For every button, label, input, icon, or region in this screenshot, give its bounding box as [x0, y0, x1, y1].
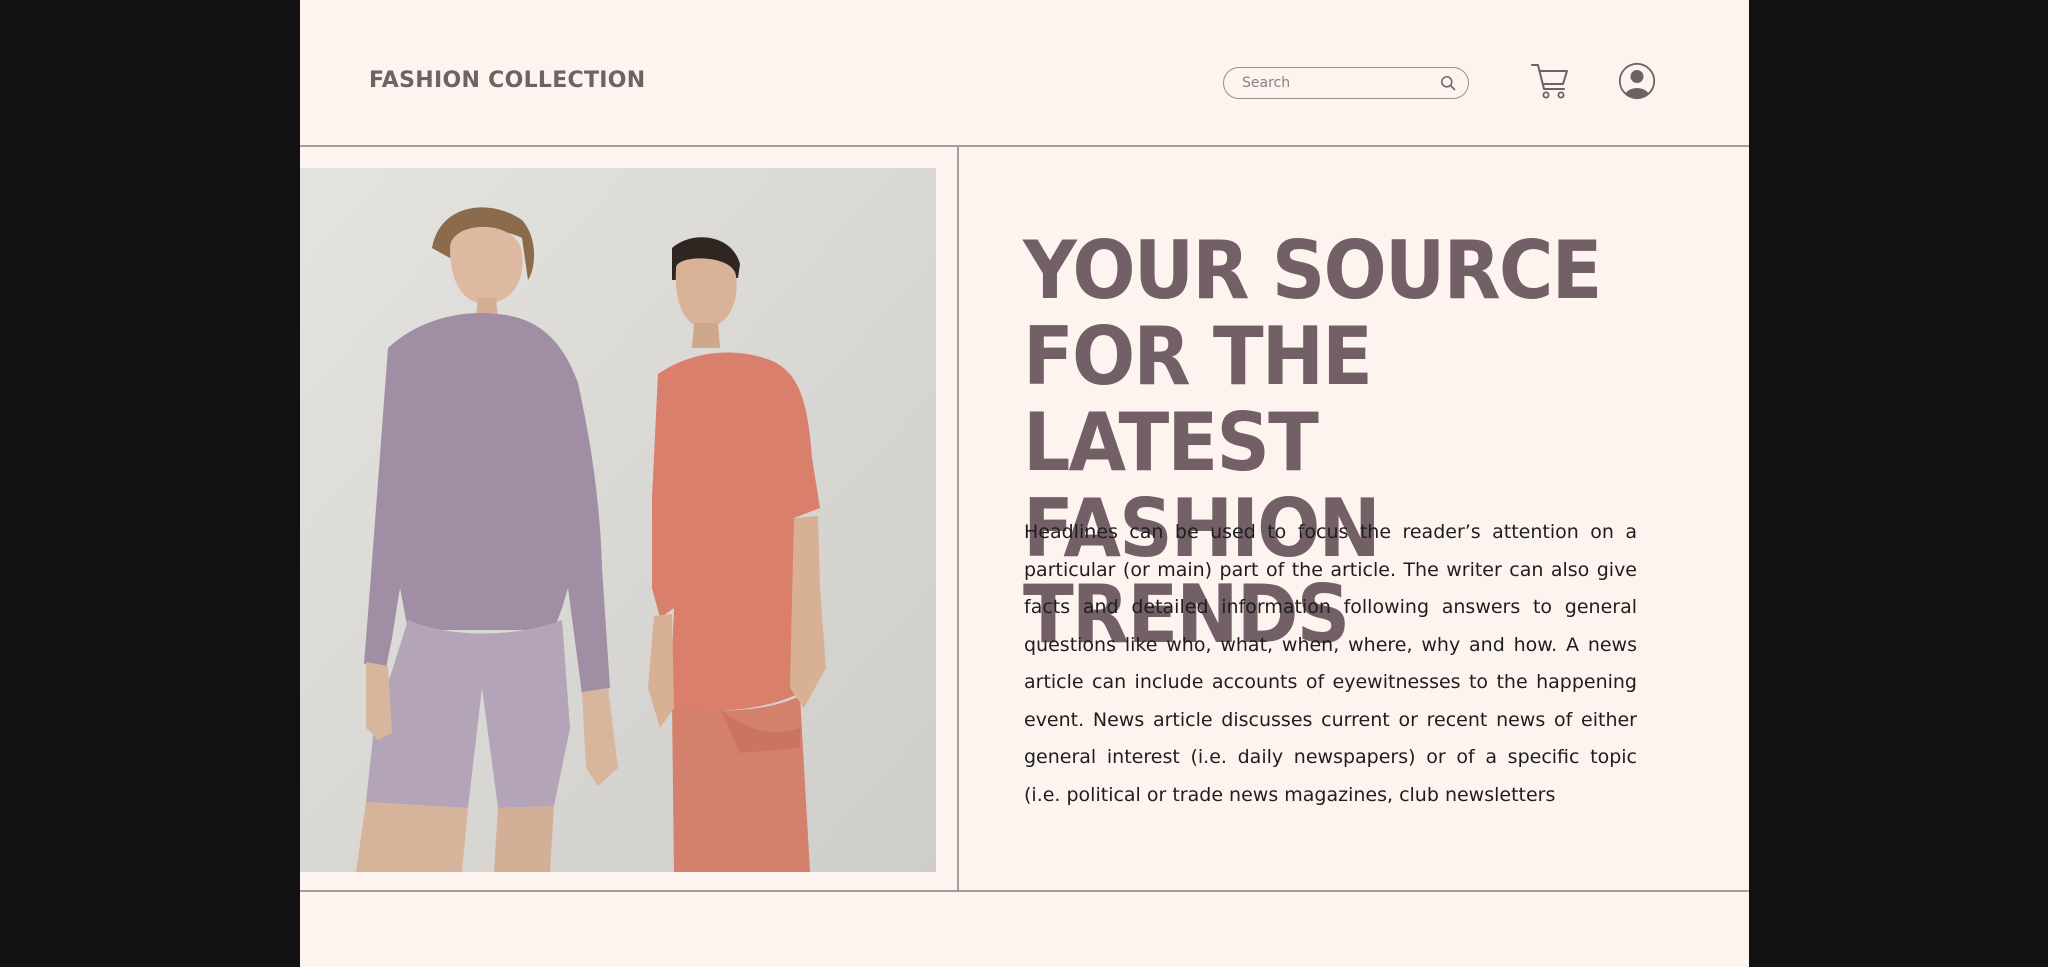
- user-icon[interactable]: [1618, 62, 1656, 100]
- search-input[interactable]: [1242, 68, 1432, 97]
- cart-icon[interactable]: [1530, 62, 1570, 100]
- column-divider: [957, 146, 959, 891]
- search-box[interactable]: [1223, 67, 1469, 99]
- hero-image: [300, 168, 936, 872]
- search-icon[interactable]: [1440, 75, 1456, 91]
- header-divider: [300, 145, 1749, 147]
- brand-logo[interactable]: FASHION COLLECTION: [369, 68, 646, 93]
- hero-body-text: Headlines can be used to focus the reade…: [1024, 521, 1637, 806]
- footer-divider: [300, 890, 1749, 892]
- page: FASHION COLLECTION Search YOUR SOURCE FO…: [300, 0, 1749, 967]
